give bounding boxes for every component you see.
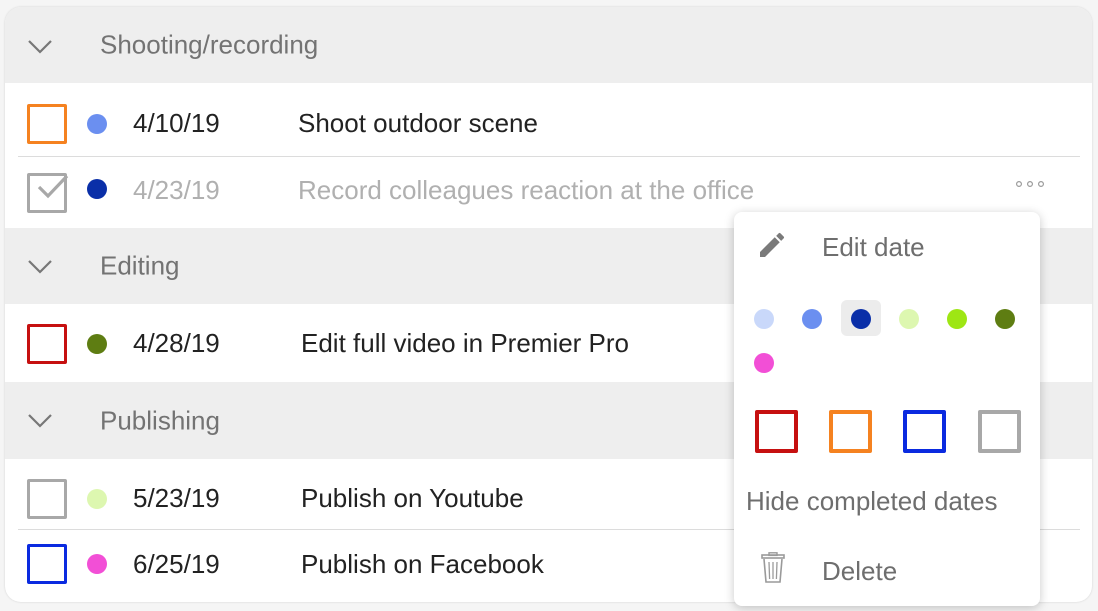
- color-option[interactable]: [802, 309, 822, 329]
- task-label: Publish on Facebook: [301, 549, 544, 579]
- color-option[interactable]: [947, 309, 967, 329]
- box-color-option[interactable]: [978, 410, 1021, 453]
- color-option[interactable]: [754, 309, 774, 329]
- task-date: 5/23/19: [133, 483, 220, 513]
- color-dot[interactable]: [87, 489, 107, 509]
- group-title: Editing: [100, 250, 180, 281]
- trash-icon: [761, 552, 785, 583]
- chevron-down-icon[interactable]: [27, 38, 53, 56]
- color-option-selected[interactable]: [851, 309, 871, 329]
- task-date: 4/10/19: [133, 108, 220, 138]
- more-horizontal-icon[interactable]: [1015, 175, 1045, 191]
- box-color-option[interactable]: [903, 410, 946, 453]
- color-dot[interactable]: [87, 334, 107, 354]
- delete-label: Delete: [822, 556, 898, 586]
- task-date: 6/25/19: [133, 549, 220, 579]
- task-checkbox[interactable]: [27, 544, 67, 584]
- task-checkbox[interactable]: [27, 104, 67, 144]
- box-color-option[interactable]: [755, 410, 798, 453]
- task-label: Shoot outdoor scene: [298, 108, 538, 138]
- group-title: Shooting/recording: [100, 29, 319, 60]
- chevron-down-icon[interactable]: [27, 412, 53, 430]
- task-date: 4/23/19: [133, 175, 220, 205]
- checkmark-icon: [37, 174, 69, 199]
- task-checkbox[interactable]: [27, 324, 67, 364]
- task-label: Publish on Youtube: [301, 483, 524, 513]
- color-option[interactable]: [899, 309, 919, 329]
- context-menu: Edit date Hide completed dates Delete: [734, 212, 1040, 606]
- chevron-down-icon[interactable]: [27, 258, 53, 276]
- delete-menu-item[interactable]: Delete: [734, 538, 1040, 604]
- edit-date-label: Edit date: [822, 232, 925, 262]
- task-date: 4/28/19: [133, 328, 220, 358]
- box-color-option[interactable]: [829, 410, 872, 453]
- group-header-shooting[interactable]: Shooting/recording: [5, 7, 1092, 83]
- pencil-icon: [760, 232, 785, 257]
- color-dot[interactable]: [87, 179, 107, 199]
- task-label: Record colleagues reaction at the office: [298, 175, 755, 205]
- edit-date-menu-item[interactable]: Edit date: [734, 212, 1040, 278]
- color-dot[interactable]: [87, 554, 107, 574]
- group-title: Publishing: [100, 405, 220, 435]
- task-checkbox[interactable]: [27, 479, 67, 519]
- hide-completed-menu-item[interactable]: Hide completed dates: [746, 486, 997, 517]
- task-row[interactable]: 4/10/19 Shoot outdoor scene: [5, 84, 1092, 156]
- color-option[interactable]: [995, 309, 1015, 329]
- color-dot[interactable]: [87, 114, 107, 134]
- color-option[interactable]: [754, 353, 774, 373]
- task-label: Edit full video in Premier Pro: [301, 328, 630, 358]
